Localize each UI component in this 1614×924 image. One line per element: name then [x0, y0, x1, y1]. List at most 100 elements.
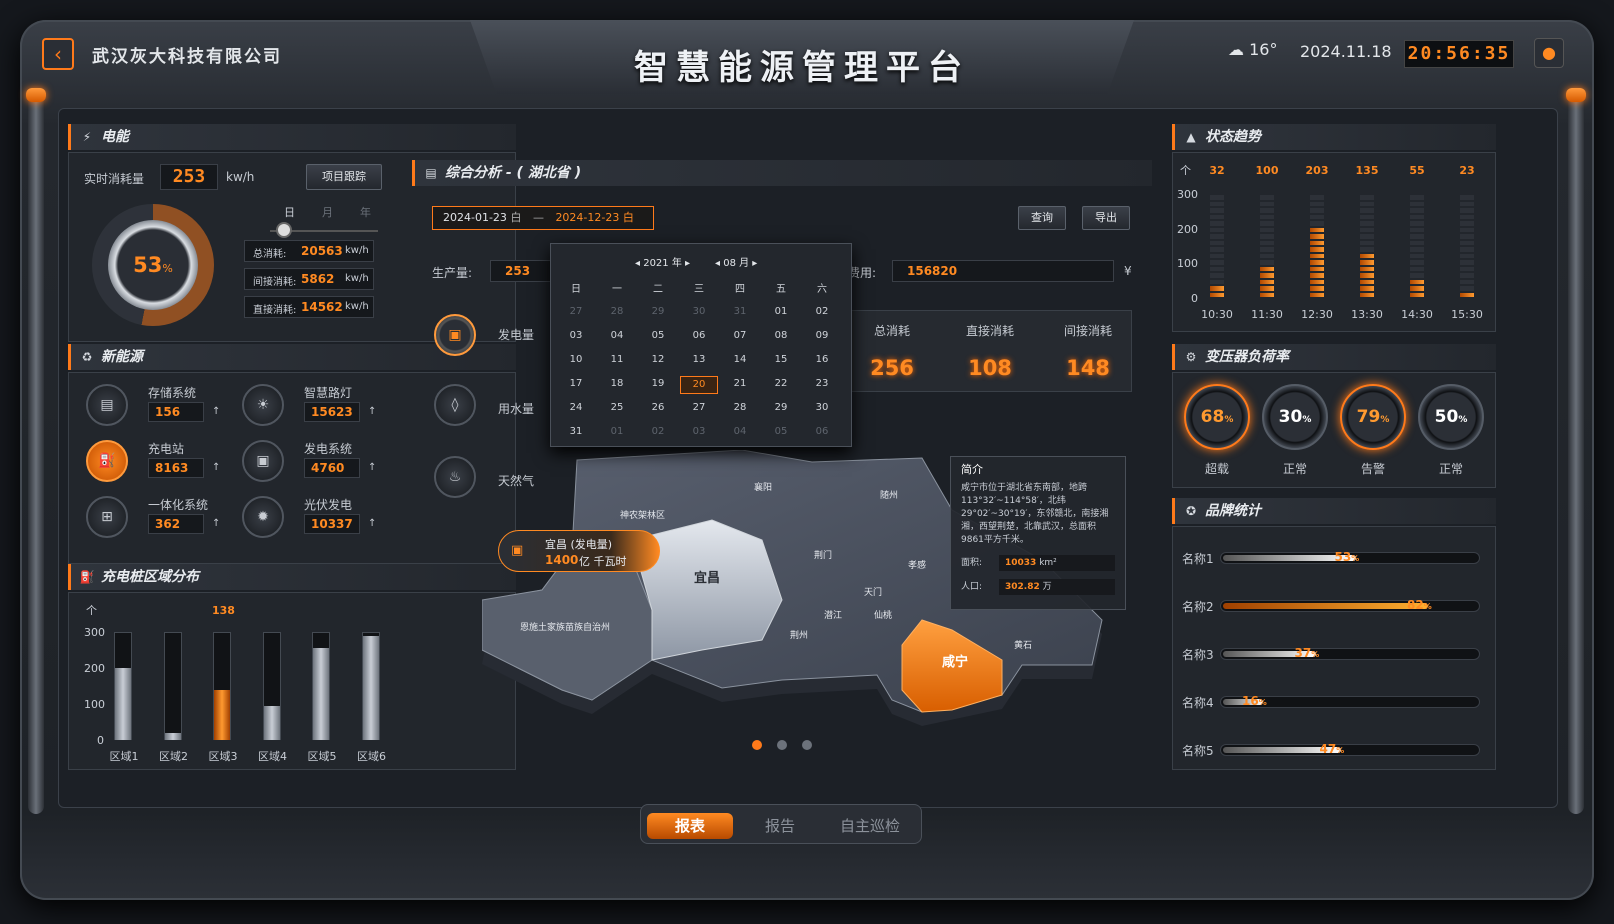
gauge-unit: % — [1458, 415, 1468, 425]
yichang-badge[interactable]: ▣ 宜昌 (发电量) 1400 亿 千瓦时 — [498, 530, 660, 572]
calendar-day[interactable]: 29 — [639, 304, 677, 322]
new-energy-button[interactable]: ☀ — [242, 384, 284, 426]
query-button[interactable]: 查询 — [1018, 206, 1066, 230]
calendar-day[interactable]: 11 — [598, 352, 636, 370]
bar-segment — [1360, 260, 1374, 265]
calendar-day[interactable]: 23 — [803, 376, 841, 394]
project-track-button[interactable]: 项目跟踪 — [306, 164, 382, 190]
calendar-day[interactable]: 27 — [557, 304, 595, 322]
calendar-day[interactable]: 27 — [680, 400, 718, 418]
gas-button[interactable]: ♨ — [434, 456, 476, 498]
brand-pct-unit: % — [1311, 650, 1320, 659]
next-month[interactable]: ▸ — [749, 258, 757, 269]
calendar-day[interactable]: 01 — [598, 424, 636, 442]
power-generation-button[interactable]: ▣ — [434, 314, 476, 356]
calendar-day[interactable]: 22 — [762, 376, 800, 394]
production-label: 生产量: — [432, 266, 473, 280]
calendar-day[interactable]: 30 — [803, 400, 841, 418]
calendar-day[interactable]: 16 — [803, 352, 841, 370]
section-charging: ⛽ 充电桩区域分布 — [68, 564, 516, 590]
calendar-day[interactable]: 30 — [680, 304, 718, 322]
calendar-day[interactable]: 25 — [598, 400, 636, 418]
user-icon[interactable]: ● — [1534, 38, 1564, 68]
calendar-day[interactable]: 04 — [721, 424, 759, 442]
pager-dot-active[interactable] — [752, 740, 762, 750]
x-tick-label: 区域2 — [159, 750, 188, 763]
date-start[interactable]: 2024-01-23 — [443, 211, 507, 224]
bar-segment-empty — [1260, 260, 1274, 265]
calendar-day[interactable]: 28 — [598, 304, 636, 322]
brand-pct: 16% — [1242, 694, 1267, 708]
calendar-day[interactable]: 18 — [598, 376, 636, 394]
realtime-label: 实时消耗量 — [84, 172, 145, 186]
calendar-day[interactable]: 14 — [721, 352, 759, 370]
export-button[interactable]: 导出 — [1082, 206, 1130, 230]
calendar-day[interactable]: 12 — [639, 352, 677, 370]
calendar-popup[interactable]: ◂ 2021 年 ▸ ◂ 08 月 ▸ 日一二三四五六 27 28 29 30 31 01 0… — [550, 243, 852, 447]
next-year[interactable]: ▸ — [682, 258, 690, 269]
calendar-day[interactable]: 02 — [803, 304, 841, 322]
period-slider-knob[interactable] — [276, 222, 292, 238]
map-region-label: 襄阳 — [754, 481, 772, 493]
lamp-icon: ☀ — [256, 397, 270, 413]
load-gauge: 30% — [1262, 384, 1328, 450]
period-year[interactable]: 年 — [360, 204, 371, 220]
new-energy-button[interactable]: ▤ — [86, 384, 128, 426]
calendar-day[interactable]: 10 — [557, 352, 595, 370]
calendar-weekday: 六 — [817, 284, 827, 295]
calendar-day[interactable]: 06 — [680, 328, 718, 346]
pager-dot[interactable] — [777, 740, 787, 750]
calendar-day[interactable]: 03 — [557, 328, 595, 346]
charger-icon: ⛽ — [98, 453, 116, 469]
calendar-day[interactable]: 29 — [762, 400, 800, 418]
battery-icon: ▤ — [100, 397, 114, 413]
back-icon[interactable]: ‹ — [42, 38, 74, 70]
new-energy-button[interactable]: ⛽ — [86, 440, 128, 482]
period-day[interactable]: 日 — [284, 204, 295, 220]
calendar-weekday: 五 — [776, 284, 786, 295]
calendar-day[interactable]: 19 — [639, 376, 677, 394]
calendar-day[interactable]: 03 — [680, 424, 718, 442]
gauge-value: 68 — [1200, 407, 1225, 427]
calendar-day[interactable]: 05 — [762, 424, 800, 442]
calendar-day[interactable]: 05 — [639, 328, 677, 346]
calendar-day-selected[interactable]: 20 — [680, 376, 718, 394]
prev-year[interactable]: ◂ — [635, 258, 643, 269]
calendar-day[interactable]: 01 — [762, 304, 800, 322]
pager-dot[interactable] — [802, 740, 812, 750]
calendar-day[interactable]: 15 — [762, 352, 800, 370]
tab-report-table[interactable]: 报表 — [647, 813, 733, 839]
water-button[interactable]: ◊ — [434, 384, 476, 426]
date-range-picker[interactable]: 2024-01-23 白 — 2024-12-23 白 — [432, 206, 654, 230]
bar-segment — [1360, 292, 1374, 297]
calendar-day[interactable]: 07 — [721, 328, 759, 346]
tab-report[interactable]: 报告 — [737, 813, 823, 839]
calendar-day[interactable]: 31 — [557, 424, 595, 442]
gauge-unit: % — [1380, 415, 1390, 425]
calendar-day[interactable]: 28 — [721, 400, 759, 418]
calendar-day[interactable]: 04 — [598, 328, 636, 346]
transformer-icon: ⚙ — [1185, 350, 1197, 364]
tab-inspection[interactable]: 自主巡检 — [827, 813, 913, 839]
date-end[interactable]: 2024-12-23 — [555, 211, 619, 224]
bar-segment-empty — [1210, 227, 1224, 232]
calendar-day[interactable]: 17 — [557, 376, 595, 394]
calendar-day[interactable]: 24 — [557, 400, 595, 418]
calendar-day[interactable]: 09 — [803, 328, 841, 346]
calendar-day[interactable]: 26 — [639, 400, 677, 418]
calendar-day[interactable]: 08 — [762, 328, 800, 346]
calendar-day[interactable]: 21 — [721, 376, 759, 394]
x-tick-label: 区域1 — [109, 750, 139, 763]
calendar-day[interactable]: 31 — [721, 304, 759, 322]
period-month[interactable]: 月 — [322, 204, 333, 220]
calendar-day[interactable]: 02 — [639, 424, 677, 442]
new-energy-button[interactable]: ✹ — [242, 496, 284, 538]
calendar-day[interactable]: 06 — [803, 424, 841, 442]
new-energy-button[interactable]: ▣ — [242, 440, 284, 482]
map-yichang: 宜昌 — [694, 570, 720, 586]
prev-month[interactable]: ◂ — [715, 258, 723, 269]
bar-segment — [1310, 286, 1324, 291]
bar — [164, 732, 181, 740]
new-energy-button[interactable]: ⊞ — [86, 496, 128, 538]
calendar-day[interactable]: 13 — [680, 352, 718, 370]
